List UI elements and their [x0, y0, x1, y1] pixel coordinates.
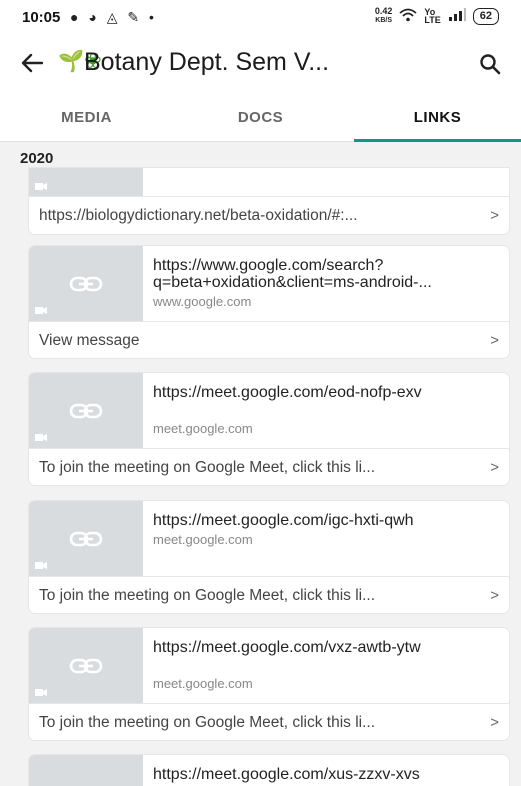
link-card-footer[interactable]: https://biologydictionary.net/beta-oxida… [29, 196, 509, 234]
page-title[interactable]: Botany Dept. Sem V... [84, 48, 329, 77]
link-icon [69, 531, 103, 547]
link-card[interactable]: https://biologydictionary.net/beta-oxida… [29, 168, 509, 234]
link-domain: meet.google.com [153, 532, 253, 547]
link-icon [69, 403, 103, 419]
link-footer-text: https://biologydictionary.net/beta-oxida… [39, 207, 358, 224]
app-bar: 🌱❀ Botany Dept. Sem V... [0, 34, 521, 92]
network-speed-unit: KB/S [375, 17, 392, 24]
link-thumbnail [29, 246, 143, 321]
video-icon [35, 183, 47, 190]
search-icon [480, 54, 501, 75]
tab-media[interactable]: MEDIA [0, 92, 173, 142]
link-domain: meet.google.com [153, 676, 253, 691]
link-thumbnail [29, 373, 143, 448]
link-thumbnail [29, 628, 143, 703]
link-card-footer[interactable]: To join the meeting on Google Meet, clic… [29, 448, 509, 485]
link-card[interactable]: https://meet.google.com/vxz-awtb-ytw mee… [29, 628, 509, 740]
link-card[interactable]: https://meet.google.com/igc-hxti-qwh mee… [29, 501, 509, 613]
chevron-right-icon: > [490, 332, 499, 349]
search-button[interactable] [473, 47, 507, 81]
status-bar: 10:05 ● ◕ ◬ ✎ • 0.42 KB/S Yo LTE 62 [0, 0, 521, 34]
tab-docs[interactable]: DOCS [174, 92, 347, 142]
status-right-group: 0.42 KB/S Yo LTE 62 [375, 7, 499, 25]
view-message-footer[interactable]: View message > [29, 321, 509, 358]
section-header-year: 2020 [20, 150, 54, 167]
link-icon [69, 276, 103, 292]
link-card[interactable]: https://meet.google.com/eod-nofp-exv mee… [29, 373, 509, 485]
network-speed-value: 0.42 [374, 6, 393, 16]
tab-links[interactable]: LINKS [354, 92, 521, 142]
link-footer-text: To join the meeting on Google Meet, clic… [39, 587, 375, 604]
link-domain: meet.google.com [153, 421, 253, 436]
link-url[interactable]: https://meet.google.com/eod-nofp-exv [153, 384, 503, 418]
link-card[interactable]: https://www.google.com/search?q=beta+oxi… [29, 246, 509, 358]
link-footer-text: To join the meeting on Google Meet, clic… [39, 459, 375, 476]
link-card-footer[interactable]: To join the meeting on Google Meet, clic… [29, 703, 509, 740]
link-icon [69, 658, 103, 674]
chevron-right-icon: > [490, 587, 499, 604]
back-arrow-icon [21, 53, 43, 73]
link-domain: www.google.com [153, 294, 252, 309]
link-thumbnail [29, 501, 143, 576]
link-url[interactable]: https://meet.google.com/igc-hxti-qwh [153, 512, 503, 529]
link-thumbnail [29, 755, 143, 786]
network-speed: 0.42 KB/S [375, 7, 393, 25]
volte-icon: Yo LTE [424, 7, 441, 25]
video-icon [35, 434, 47, 441]
link-footer-text: View message [39, 332, 140, 349]
video-icon [35, 307, 47, 314]
tab-bar: MEDIA DOCS LINKS [0, 92, 521, 142]
tab-active-indicator [354, 139, 521, 142]
battery-icon: 62 [472, 7, 499, 25]
signal-icon [448, 8, 466, 24]
status-time: 10:05 [22, 9, 61, 26]
video-icon [35, 562, 47, 569]
link-url[interactable]: https://meet.google.com/xus-zzxv-xvs [153, 766, 503, 786]
wifi-icon [399, 8, 417, 25]
video-icon [35, 689, 47, 696]
chevron-right-icon: > [490, 207, 499, 224]
link-card[interactable]: https://meet.google.com/xus-zzxv-xvs [29, 755, 509, 786]
link-footer-text: To join the meeting on Google Meet, clic… [39, 714, 375, 731]
link-thumbnail [29, 168, 143, 197]
chevron-right-icon: > [490, 714, 499, 731]
link-url[interactable]: https://www.google.com/search?q=beta+oxi… [153, 257, 503, 291]
back-button[interactable] [14, 45, 50, 81]
link-url[interactable]: https://meet.google.com/vxz-awtb-ytw [153, 639, 503, 673]
notification-icons: ● ◕ ◬ ✎ • [70, 9, 157, 25]
chevron-right-icon: > [490, 459, 499, 476]
link-card-footer[interactable]: To join the meeting on Google Meet, clic… [29, 576, 509, 613]
